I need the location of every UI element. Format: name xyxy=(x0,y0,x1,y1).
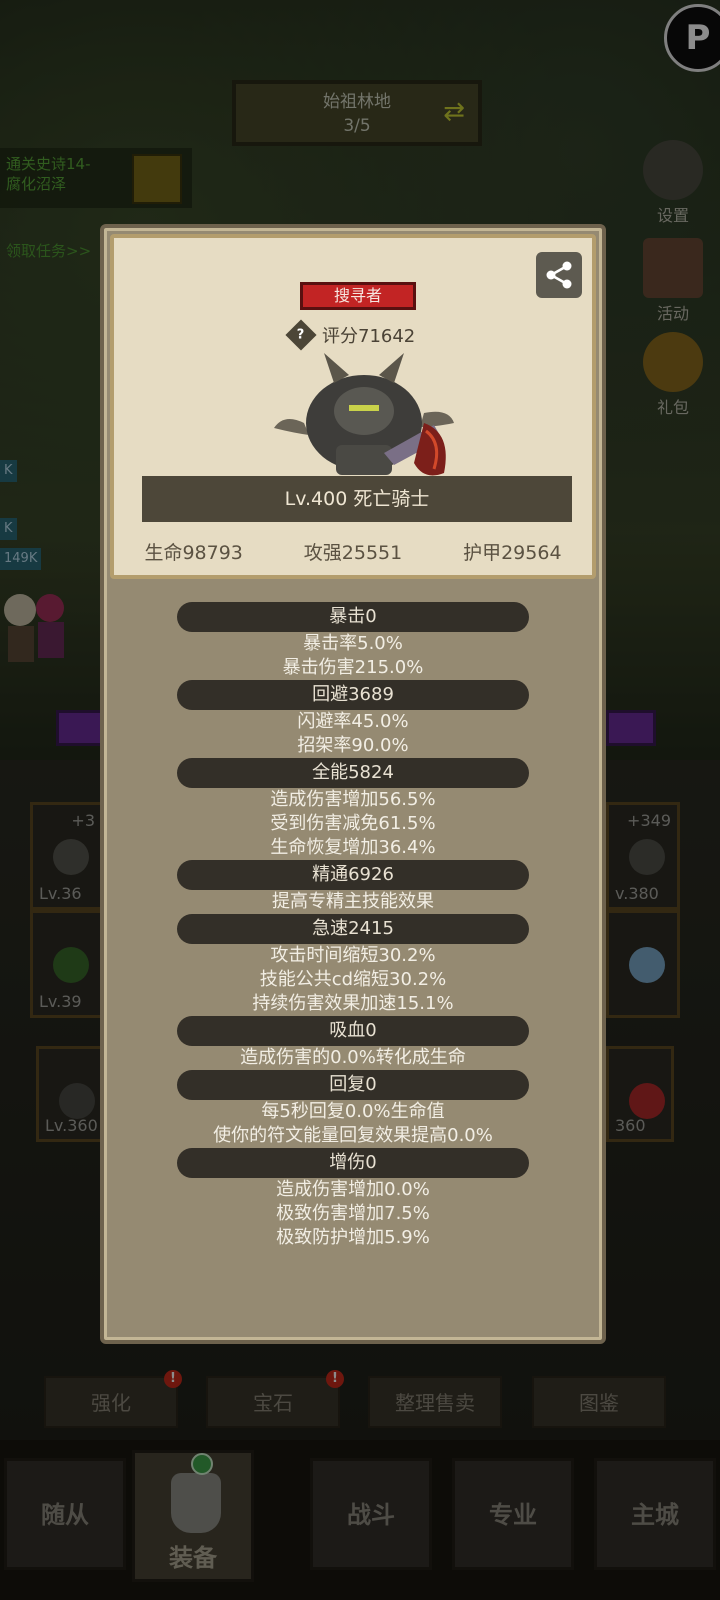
stat-line: 使你的符文能量回复效果提高0.0% xyxy=(213,1125,493,1146)
death-knight-portrait xyxy=(274,353,454,476)
attack-stat: 攻强25551 xyxy=(303,542,403,564)
stat-line: 造成伤害增加0.0% xyxy=(276,1179,430,1200)
stat-line: 技能公共cd缩短30.2% xyxy=(259,969,447,990)
question-icon[interactable]: ? xyxy=(285,319,317,351)
share-icon xyxy=(546,261,572,289)
hero-name-bar: Lv.400 死亡骑士 xyxy=(142,476,572,522)
section-damage-bonus-header: 增伤0 xyxy=(177,1148,529,1178)
hero-detail-modal: 搜寻者 ? 评分71642 Lv.400 死亡骑士 生命98793 攻强2555… xyxy=(100,224,606,1344)
score-value: 评分71642 xyxy=(322,326,416,347)
hero-card: 搜寻者 ? 评分71642 Lv.400 死亡骑士 生命98793 攻强2555… xyxy=(110,234,596,579)
section-versatility-header: 全能5824 xyxy=(177,758,529,788)
stat-line: 暴击伤害215.0% xyxy=(282,657,424,678)
armor-stat: 护甲29564 xyxy=(463,542,562,564)
role-tag: 搜寻者 xyxy=(300,282,416,310)
base-stats-row: 生命98793 攻强25551 护甲29564 xyxy=(114,538,592,565)
stat-line: 造成伤害增加56.5% xyxy=(270,789,436,810)
stat-line: 极致伤害增加7.5% xyxy=(276,1203,430,1224)
stat-line: 暴击率5.0% xyxy=(303,633,403,654)
stat-line: 招架率90.0% xyxy=(297,735,409,756)
hp-stat: 生命98793 xyxy=(144,542,243,564)
stat-line: 提高专精主技能效果 xyxy=(272,891,434,912)
share-button[interactable] xyxy=(536,252,582,298)
stat-line: 生命恢复增加36.4% xyxy=(270,837,436,858)
score-row: ? 评分71642 xyxy=(285,319,416,351)
stat-line: 每5秒回复0.0%生命值 xyxy=(261,1101,445,1122)
stat-line: 造成伤害的0.0%转化成生命 xyxy=(240,1047,466,1068)
section-mastery-header: 精通6926 xyxy=(177,860,529,890)
section-regen-header: 回复0 xyxy=(177,1070,529,1100)
stat-line: 闪避率45.0% xyxy=(297,711,409,732)
stat-line: 受到伤害减免61.5% xyxy=(270,813,436,834)
section-haste-header: 急速2415 xyxy=(177,914,529,944)
section-lifesteal-header: 吸血0 xyxy=(177,1016,529,1046)
attribute-list: 暴击0 暴击率5.0% 暴击伤害215.0% 回避3689 闪避率45.0% 招… xyxy=(104,602,602,1250)
stat-line: 极致防护增加5.9% xyxy=(276,1227,430,1248)
section-crit-header: 暴击0 xyxy=(177,602,529,632)
section-avoidance-header: 回避3689 xyxy=(177,680,529,710)
stat-line: 攻击时间缩短30.2% xyxy=(270,945,436,966)
stat-line: 持续伤害效果加速15.1% xyxy=(252,993,454,1014)
